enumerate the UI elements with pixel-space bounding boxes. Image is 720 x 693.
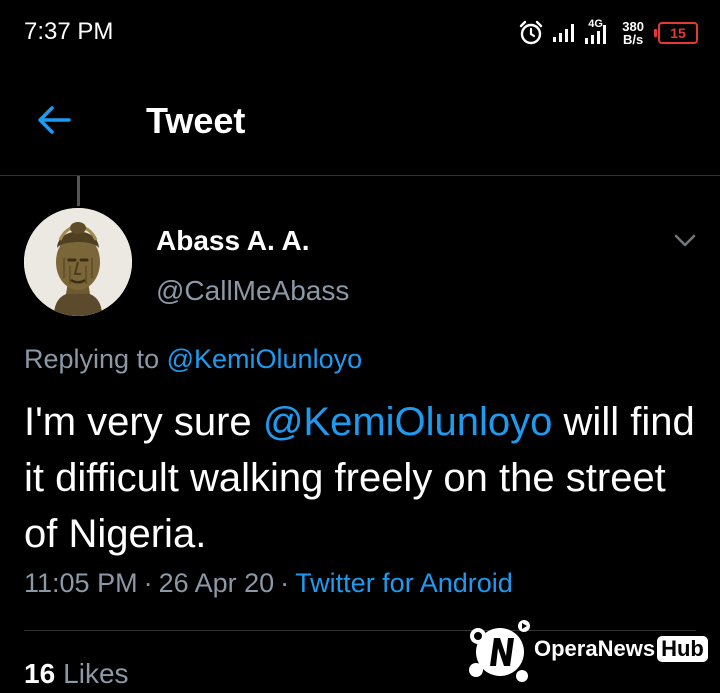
top-app-bar: Tweet <box>0 64 720 176</box>
alarm-icon <box>520 20 543 45</box>
arrow-left-icon <box>38 106 71 134</box>
meta-separator: · <box>280 568 290 598</box>
tweet-source[interactable]: Twitter for Android <box>295 568 513 598</box>
tweet-time: 11:05 PM <box>24 568 138 598</box>
likes-count: 16 <box>24 658 56 689</box>
watermark-brand: OperaNews <box>534 636 656 661</box>
network-speed: 380 B/s <box>622 20 644 46</box>
watermark-hub: Hub <box>657 636 708 662</box>
replying-to: Replying to @KemiOlunloyo <box>24 344 362 375</box>
avatar[interactable] <box>24 208 132 316</box>
operanews-logo-icon <box>469 620 530 682</box>
watermark-text: OperaNews Hub <box>534 636 708 662</box>
tweet-text-before: I'm very sure <box>24 400 252 444</box>
author-handle[interactable]: @CallMeAbass <box>156 275 349 307</box>
chevron-down-icon <box>674 234 696 247</box>
battery-icon: 15 <box>654 22 698 44</box>
battery-level: 15 <box>670 25 686 41</box>
4g-signal-icon: 4G <box>582 18 610 45</box>
author-name[interactable]: Abass A. A. <box>156 225 310 257</box>
bronze-head-image <box>24 208 132 316</box>
tweet-meta: 11:05 PM · 26 Apr 20 · Twitter for Android <box>24 568 513 599</box>
replying-to-prefix: Replying to <box>24 344 160 374</box>
likes-stat[interactable]: 16 Likes <box>24 658 129 690</box>
tweet-mention[interactable]: @KemiOlunloyo <box>263 400 553 444</box>
tweet-date: 26 Apr 20 <box>158 568 275 598</box>
thread-connector-line <box>77 176 80 206</box>
tweet-text: I'm very sure @KemiOlunloyo will find it… <box>24 394 704 562</box>
likes-label: Likes <box>63 658 129 689</box>
replying-to-mention[interactable]: @KemiOlunloyo <box>167 344 363 374</box>
status-bar: 7:37 PM 4G 380 B/s 15 <box>0 0 720 64</box>
more-options-button[interactable] <box>670 228 700 252</box>
operanews-watermark: OperaNews Hub <box>466 614 710 686</box>
status-icons: 4G 380 B/s 15 <box>518 16 698 50</box>
back-button[interactable] <box>30 100 78 140</box>
page-title: Tweet <box>146 100 246 141</box>
status-time: 7:37 PM <box>24 18 114 45</box>
meta-separator: · <box>143 568 153 598</box>
signal-icon <box>553 24 575 42</box>
speed-unit: B/s <box>623 32 644 47</box>
